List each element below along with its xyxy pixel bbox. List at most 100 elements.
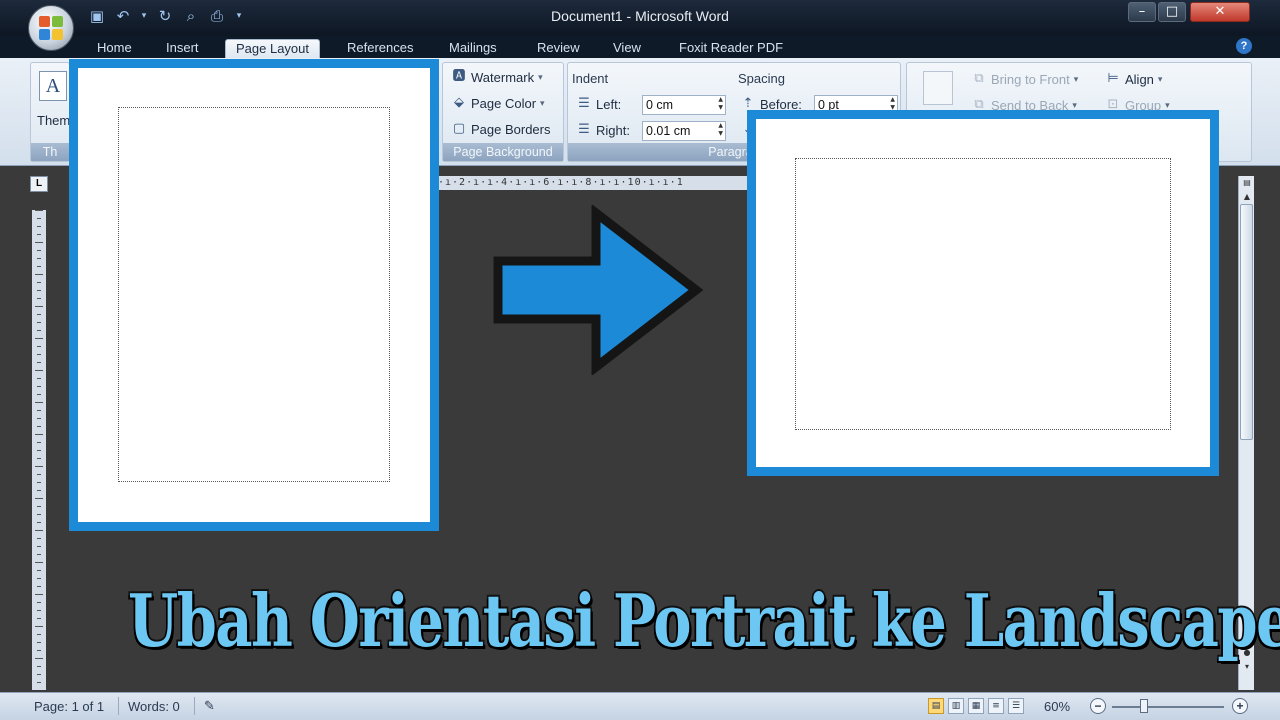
tab-references[interactable]: References — [337, 39, 423, 59]
tab-review[interactable]: Review — [527, 39, 590, 59]
help-icon[interactable]: ? — [1236, 38, 1252, 54]
ruler-tick — [37, 394, 41, 395]
portrait-margin-guide — [118, 107, 390, 482]
ruler-tick — [37, 234, 41, 235]
draft-view-button[interactable]: ☰ — [1008, 698, 1024, 714]
ruler-tick — [37, 410, 41, 411]
ruler-tick — [37, 514, 41, 515]
ruler-tick — [35, 626, 43, 627]
page-borders-icon: ▢ — [452, 121, 466, 136]
watermark-icon: 🅰 — [452, 69, 466, 84]
status-divider — [118, 697, 119, 715]
minimize-button[interactable]: – — [1128, 2, 1156, 22]
ruler-tick — [37, 322, 41, 323]
bring-to-front-button[interactable]: ⧉ Bring to Front ▾ — [971, 71, 1078, 87]
ruler-tick — [35, 434, 43, 435]
ruler-tick — [37, 250, 41, 251]
tab-view[interactable]: View — [603, 39, 651, 59]
word-count[interactable]: Words: 0 — [128, 699, 180, 714]
position-icon[interactable] — [923, 71, 953, 105]
zoom-slider-thumb[interactable] — [1140, 699, 1148, 713]
tab-insert[interactable]: Insert — [156, 39, 209, 59]
watermark-button[interactable]: 🅰 Watermark ▾ — [451, 69, 542, 85]
right-arrow-icon — [493, 205, 704, 375]
ruler-tick — [35, 242, 43, 243]
ruler-tick — [37, 642, 41, 643]
title-bar: ▣ ↶ ▾ ↻ ⌕ ⎙ ▾ Document1 - Microsoft Word… — [0, 0, 1280, 36]
close-button[interactable]: ✕ — [1190, 2, 1250, 22]
headline-text: Ubah Orientasi Portrait ke Landscape — [126, 576, 1280, 665]
ruler-tick — [35, 594, 43, 595]
ruler-tick — [37, 450, 41, 451]
indent-right-input[interactable]: 0.01 cm — [642, 121, 726, 141]
themes-button[interactable]: Them — [37, 113, 70, 128]
indent-heading: Indent — [572, 71, 609, 86]
ruler-toggle-icon[interactable]: ▤ — [1239, 176, 1255, 190]
ruler-tick — [37, 482, 41, 483]
ruler-tick — [37, 226, 41, 227]
ruler-tick — [37, 522, 41, 523]
tab-page-layout[interactable]: Page Layout — [225, 39, 321, 59]
window-title: Document1 - Microsoft Word — [551, 8, 729, 24]
ruler-tick — [37, 354, 41, 355]
align-button[interactable]: ⊨ Align ▾ — [1105, 71, 1162, 87]
indent-left-input[interactable]: 0 cm — [642, 95, 726, 115]
zoom-slider[interactable] — [1112, 706, 1224, 708]
scroll-up-icon[interactable]: ▲ — [1239, 190, 1255, 204]
align-icon: ⊨ — [1107, 71, 1119, 86]
indent-right-label: ☰ Right: — [576, 122, 630, 138]
ruler-tick — [37, 386, 41, 387]
chevron-down-icon: ▾ — [540, 97, 545, 108]
indent-right-icon: ☰ — [578, 122, 590, 137]
maximize-button[interactable]: □ — [1158, 2, 1186, 22]
ruler-tick — [37, 362, 41, 363]
page-count[interactable]: Page: 1 of 1 — [34, 699, 104, 714]
print-layout-view-button[interactable]: ▤ — [928, 698, 944, 714]
watermark-label: Watermark — [471, 69, 535, 85]
bring-to-front-label: Bring to Front — [991, 71, 1070, 87]
ruler-tick — [37, 266, 41, 267]
ruler-tick — [35, 562, 43, 563]
ruler-tick — [35, 402, 43, 403]
ruler-tick — [35, 306, 43, 307]
page-background-group-label: Page Background — [443, 143, 563, 161]
proofing-icon[interactable]: ✎ — [204, 699, 215, 714]
ruler-tick — [37, 506, 41, 507]
portrait-page — [69, 59, 439, 531]
vertical-ruler[interactable] — [32, 210, 46, 690]
ruler-tick — [37, 610, 41, 611]
horizontal-ruler[interactable]: ·ı·2·ı·ı·4·ı·ı·6·ı·ı·8·ı·ı·10·ı·ı·1 — [438, 176, 758, 190]
tab-mailings[interactable]: Mailings — [439, 39, 507, 59]
landscape-margin-guide — [795, 158, 1171, 430]
ruler-tick — [35, 466, 43, 467]
themes-icon[interactable]: A — [39, 71, 67, 101]
zoom-level[interactable]: 60% — [1044, 699, 1070, 714]
ruler-tick — [37, 578, 41, 579]
ruler-tick — [37, 490, 41, 491]
web-layout-button[interactable]: ▦ — [968, 698, 984, 714]
tab-home[interactable]: Home — [87, 39, 142, 59]
ruler-tick — [37, 290, 41, 291]
bring-to-front-icon: ⧉ — [974, 71, 984, 86]
page-borders-button[interactable]: ▢ Page Borders — [451, 121, 551, 137]
outline-view-button[interactable]: ≡ — [988, 698, 1004, 714]
zoom-out-icon[interactable]: − — [1090, 698, 1106, 714]
ruler-tick — [37, 282, 41, 283]
page-borders-label: Page Borders — [471, 121, 551, 137]
tab-foxit-reader-pdf[interactable]: Foxit Reader PDF — [669, 39, 793, 59]
indent-left-icon: ☰ — [578, 96, 590, 111]
ruler-tick — [37, 570, 41, 571]
ruler-tick — [35, 338, 43, 339]
spacing-heading: Spacing — [738, 71, 785, 86]
ruler-tick — [37, 682, 41, 683]
tab-selector[interactable]: L — [30, 176, 48, 192]
ruler-tick — [37, 474, 41, 475]
ruler-tick — [37, 674, 41, 675]
page-color-button[interactable]: ⬙ Page Color ▾ — [451, 95, 545, 111]
scroll-thumb[interactable] — [1240, 204, 1253, 440]
office-button[interactable] — [28, 5, 74, 51]
full-screen-reading-button[interactable]: ▥ — [948, 698, 964, 714]
ruler-tick — [37, 442, 41, 443]
ruler-tick — [35, 370, 43, 371]
zoom-in-icon[interactable]: + — [1232, 698, 1248, 714]
